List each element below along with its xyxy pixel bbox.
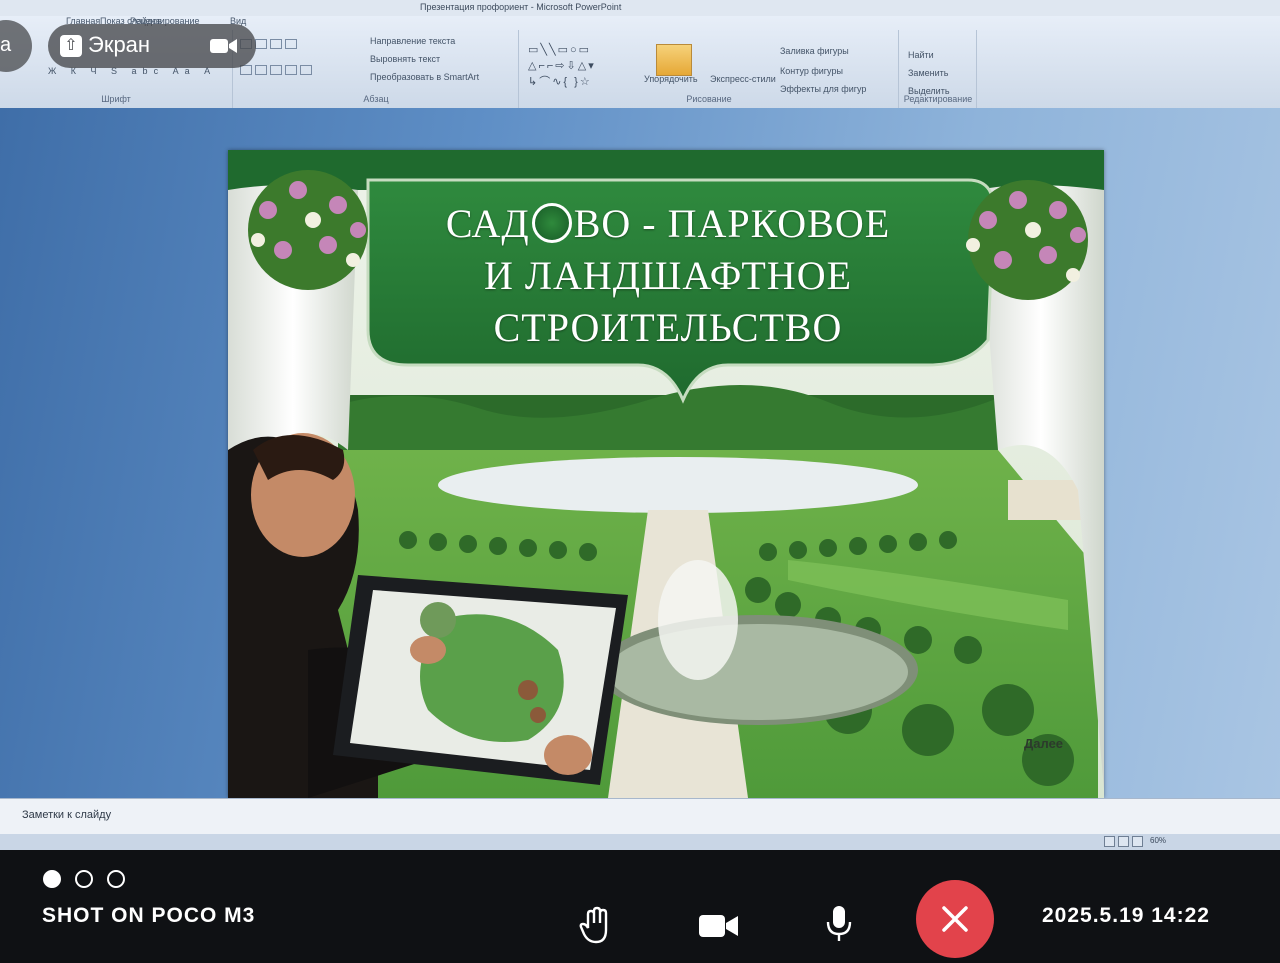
title-bar: Презентация профориент - Microsoft Power… xyxy=(0,0,1280,16)
paragraph-group-label: Абзац xyxy=(363,94,389,104)
camera-icon[interactable] xyxy=(208,34,240,58)
convert-smartart-button[interactable]: Преобразовать в SmartArt xyxy=(370,72,479,82)
timestamp-watermark: 2025.5.19 14:22 xyxy=(1042,904,1210,927)
screen-share-button[interactable]: ⇧ Экран xyxy=(60,32,150,58)
title-globe-letter-icon xyxy=(531,203,572,243)
align-text-button[interactable]: Выровнять текст xyxy=(370,54,440,64)
arrange-button[interactable]: Упорядочить xyxy=(644,74,698,84)
sorter-view-button[interactable] xyxy=(1118,836,1129,847)
quick-styles-button[interactable]: Экспресс-стили xyxy=(710,74,776,84)
title-part-b: ВО - ПАРКОВОЕ xyxy=(573,201,891,246)
video-icon[interactable] xyxy=(698,912,740,940)
zoom-level[interactable]: 60% xyxy=(1150,836,1166,845)
drawing-group-label: Рисование xyxy=(686,94,732,104)
screen-share-icon: ⇧ xyxy=(60,35,82,57)
microphone-icon[interactable] xyxy=(824,904,854,944)
notes-placeholder: Заметки к слайду xyxy=(22,809,112,821)
paragraph-group: Направление текста Выровнять текст Преоб… xyxy=(234,30,519,108)
window-title: Презентация профориент - Microsoft Power… xyxy=(420,2,622,12)
slideshow-view-button[interactable] xyxy=(1132,836,1143,847)
shape-effects-button[interactable]: Эффекты для фигур xyxy=(780,84,866,94)
page-dot xyxy=(75,870,93,888)
arrange-icon[interactable] xyxy=(656,44,692,76)
next-link[interactable]: Далее xyxy=(1024,736,1063,751)
normal-view-button[interactable] xyxy=(1104,836,1115,847)
status-bar: 60% xyxy=(0,834,1280,850)
text-direction-button[interactable]: Направление текста xyxy=(370,36,455,46)
page-dot-active xyxy=(43,870,61,888)
align-buttons[interactable] xyxy=(240,64,315,75)
shape-fill-button[interactable]: Заливка фигуры xyxy=(780,46,849,56)
replace-button[interactable]: Заменить xyxy=(908,68,948,78)
title-line-2: И ЛАНДШАФТНОЕ xyxy=(483,253,853,298)
screen-share-label: Экран xyxy=(88,32,151,57)
page-dot xyxy=(107,870,125,888)
flower-basket-left xyxy=(248,170,368,290)
close-icon xyxy=(942,906,968,932)
font-group-label: Шрифт xyxy=(101,94,131,104)
editing-group-label: Редактирование xyxy=(903,94,973,104)
end-call-button[interactable] xyxy=(916,880,994,958)
slide[interactable]: САД ВО - ПАРКОВОЕ И ЛАНДШАФТНОЕ СТРОИТЕЛЬ… xyxy=(228,150,1104,798)
powerpoint-window: Презентация профориент - Microsoft Power… xyxy=(0,0,1280,850)
shapes-gallery[interactable]: ▭╲╲▭○▭ △⌐⌐⇨⇩△▾ ↳⌒∿{ }☆ xyxy=(528,42,638,94)
overlay-left-text: a xyxy=(0,34,12,56)
title-part-a: САД xyxy=(445,201,530,246)
title-line-3: СТРОИТЕЛЬСТВО xyxy=(493,305,843,350)
editing-group: Найти Заменить Выделить Редактирование xyxy=(900,30,977,108)
slide-title: САД ВО - ПАРКОВОЕ И ЛАНДШАФТНОЕ СТРОИТЕЛЬ… xyxy=(398,198,938,354)
raise-hand-icon[interactable] xyxy=(578,906,616,946)
shape-outline-button[interactable]: Контур фигуры xyxy=(780,66,843,76)
find-button[interactable]: Найти xyxy=(908,50,934,60)
camera-watermark: SHOT ON POCO M3 xyxy=(42,904,256,927)
notes-pane[interactable]: Заметки к слайду xyxy=(0,798,1280,835)
screen-share-pill: ⇧ Экран xyxy=(48,24,256,68)
